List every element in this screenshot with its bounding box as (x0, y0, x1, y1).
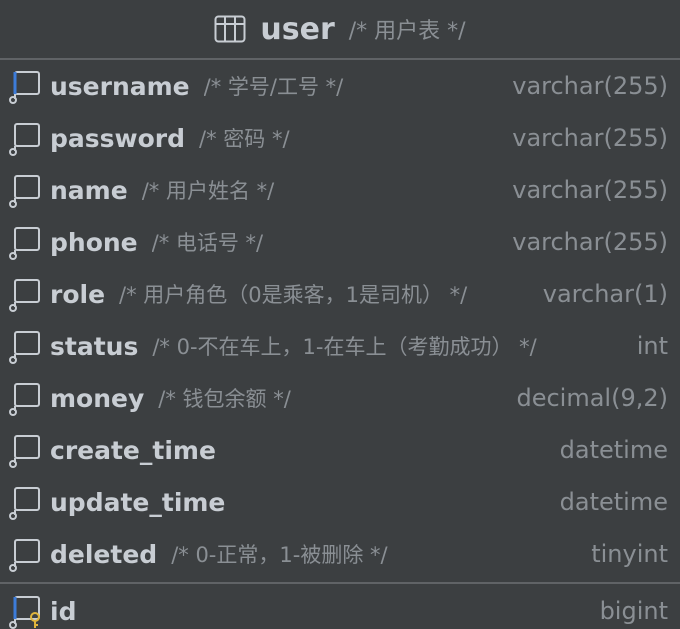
column-row-update-time[interactable]: update_time datetime (0, 476, 680, 528)
column-type: datetime (559, 488, 668, 516)
column-comment: /* 学号/工号 */ (203, 75, 344, 99)
column-name: money (50, 383, 145, 413)
column-row-status[interactable]: status /* 0-不在车上，1-在车上（考勤成功） */ int (0, 320, 680, 372)
column-name: password (50, 123, 186, 153)
column-name: deleted (50, 539, 158, 569)
column-icon (6, 430, 44, 470)
column-name: phone (50, 227, 138, 257)
column-type: varchar(1) (542, 280, 668, 308)
column-row-id[interactable]: id bigint (0, 584, 680, 629)
column-comment: /* 钱包余额 */ (158, 387, 291, 411)
column-type: decimal(9,2) (516, 384, 668, 412)
column-row-role[interactable]: role /* 用户角色（0是乘客，1是司机） */ varchar(1) (0, 268, 680, 320)
column-comment: /* 0-正常，1-被删除 */ (171, 543, 388, 567)
table-header[interactable]: user /* 用户表 */ (0, 0, 680, 60)
column-icon (6, 378, 44, 418)
column-type: int (636, 332, 668, 360)
column-comment: /* 电话号 */ (151, 231, 264, 255)
table-comment: /* 用户表 */ (348, 19, 466, 44)
column-type: varchar(255) (512, 124, 668, 152)
column-type: datetime (559, 436, 668, 464)
column-row-deleted[interactable]: deleted /* 0-正常，1-被删除 */ tinyint (0, 528, 680, 580)
column-icon (6, 222, 44, 262)
primary-key-icon (6, 591, 44, 629)
table-node-user[interactable]: user /* 用户表 */ username /* 学号/工号 */ varc… (0, 0, 680, 629)
column-row-username[interactable]: username /* 学号/工号 */ varchar(255) (0, 60, 680, 112)
column-icon (6, 170, 44, 210)
table-name: user (260, 11, 335, 47)
column-icon (6, 534, 44, 574)
column-name: username (50, 71, 190, 101)
column-name: name (50, 175, 128, 205)
column-type: bigint (599, 597, 668, 625)
column-icon (6, 326, 44, 366)
column-index-icon (6, 66, 44, 106)
column-comment: /* 用户姓名 */ (141, 179, 275, 203)
column-comment: /* 密码 */ (199, 127, 290, 151)
column-row-password[interactable]: password /* 密码 */ varchar(255) (0, 112, 680, 164)
column-icon (6, 274, 44, 314)
column-type: varchar(255) (512, 72, 668, 100)
column-comment: /* 用户角色（0是乘客，1是司机） */ (119, 283, 468, 307)
column-type: varchar(255) (512, 228, 668, 256)
column-name: status (50, 331, 139, 361)
column-row-create-time[interactable]: create_time datetime (0, 424, 680, 476)
column-name: update_time (50, 487, 226, 517)
column-row-money[interactable]: money /* 钱包余额 */ decimal(9,2) (0, 372, 680, 424)
column-list: username /* 学号/工号 */ varchar(255) passwo… (0, 60, 680, 629)
column-row-name[interactable]: name /* 用户姓名 */ varchar(255) (0, 164, 680, 216)
table-icon (214, 15, 246, 43)
column-type: varchar(255) (512, 176, 668, 204)
column-name: role (50, 279, 106, 309)
column-name: id (50, 596, 77, 626)
column-icon (6, 482, 44, 522)
column-icon (6, 118, 44, 158)
column-name: create_time (50, 435, 216, 465)
column-comment: /* 0-不在车上，1-在车上（考勤成功） */ (152, 335, 537, 359)
column-type: tinyint (591, 540, 668, 568)
column-row-phone[interactable]: phone /* 电话号 */ varchar(255) (0, 216, 680, 268)
